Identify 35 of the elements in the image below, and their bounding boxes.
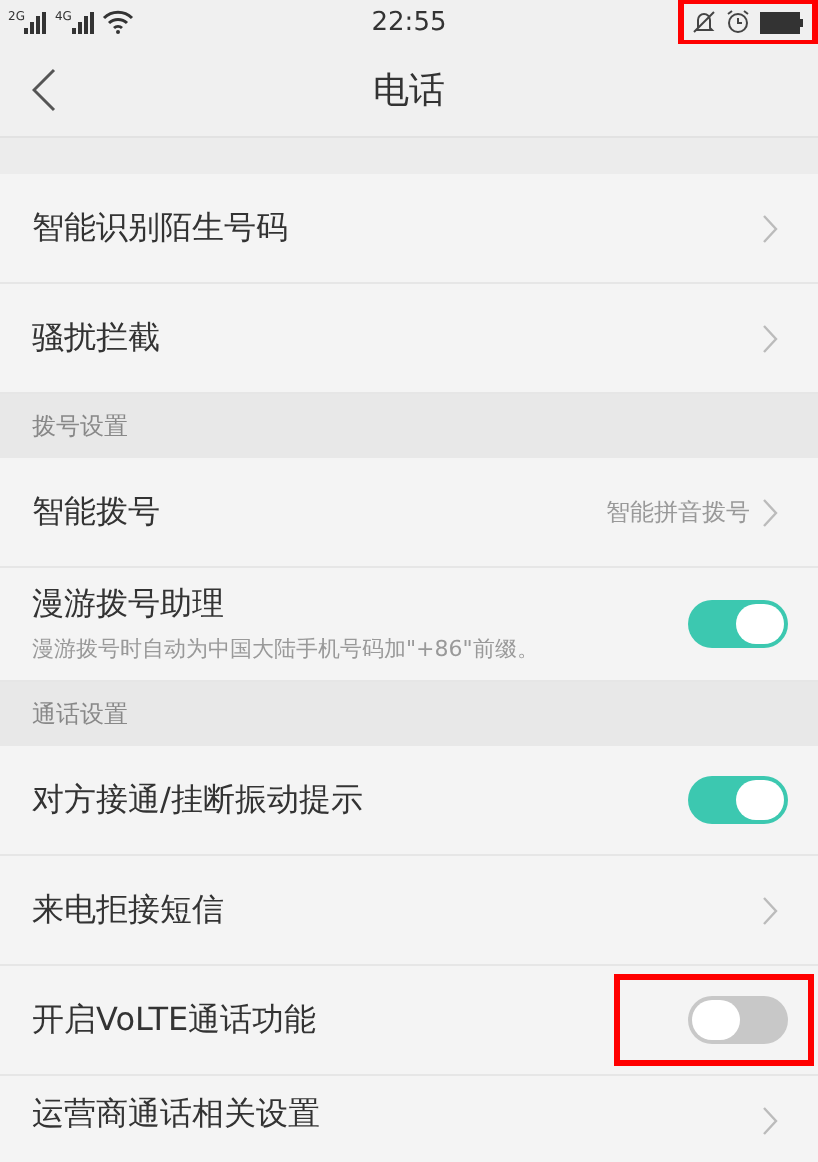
signal-icon: [71, 11, 96, 33]
chevron-icon: [762, 213, 778, 243]
settings-row[interactable]: 运营商通话相关设置: [0, 1076, 818, 1136]
alarm-icon: [726, 10, 750, 34]
setting-label: 漫游拨号助理: [32, 584, 226, 626]
wifi-icon: [101, 10, 134, 34]
setting-label: 智能识别陌生号码: [32, 207, 290, 249]
settings-row[interactable]: 对方接通/挂断振动提示: [0, 746, 818, 856]
setting-label: 开启VoLTE通话功能: [32, 999, 319, 1041]
setting-description: 漫游拨号时自动为中国大陆手机号码加"+86"前缀。: [32, 634, 541, 664]
status-time: 22:55: [371, 7, 447, 37]
settings-row[interactable]: 开启VoLTE通话功能: [0, 966, 818, 1076]
chevron-icon: [762, 497, 778, 527]
battery-icon: [760, 11, 804, 33]
signal-icon: [24, 11, 49, 33]
toggle-switch[interactable]: [688, 996, 788, 1044]
bell-off-icon: [692, 10, 716, 34]
setting-label: 骚扰拦截: [32, 317, 162, 359]
chevron-icon: [762, 323, 778, 353]
setting-label: 来电拒接短信: [32, 889, 226, 931]
settings-row[interactable]: 智能拨号 智能拼音拨号: [0, 458, 818, 568]
setting-label: 智能拨号: [32, 491, 162, 533]
setting-value: 智能拼音拨号: [606, 495, 750, 529]
settings-row[interactable]: 智能识别陌生号码: [0, 174, 818, 284]
back-icon[interactable]: [32, 68, 56, 112]
section-header: 通话设置: [32, 697, 128, 731]
chevron-icon: [762, 895, 778, 925]
toggle-switch[interactable]: [688, 600, 788, 648]
setting-label: 运营商通话相关设置: [32, 1094, 322, 1136]
toggle-switch[interactable]: [688, 776, 788, 824]
chevron-icon: [762, 1106, 778, 1136]
section-header: 拨号设置: [32, 409, 128, 443]
settings-row[interactable]: 来电拒接短信: [0, 856, 818, 966]
page-title: 电话: [373, 68, 445, 114]
setting-label: 对方接通/挂断振动提示: [32, 779, 365, 821]
